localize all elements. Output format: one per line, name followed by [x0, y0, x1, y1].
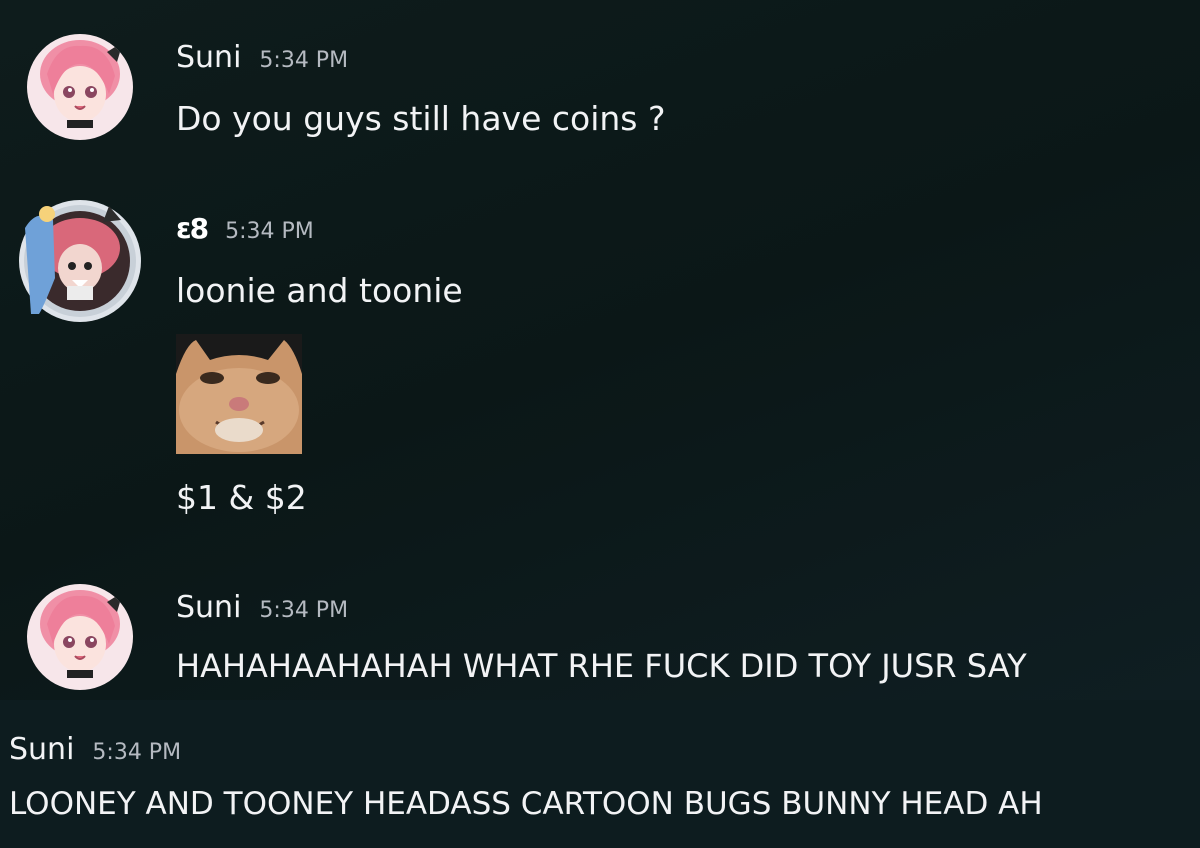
smiling-cat-emoji[interactable]	[176, 334, 302, 454]
anime-girl-pink-hair-avatar	[27, 584, 133, 690]
message-text: Do you guys still have coins ?	[176, 99, 666, 138]
message-header: Suni 5:34 PM	[9, 732, 181, 767]
timestamp: 5:34 PM	[225, 219, 314, 244]
username[interactable]: Suni	[176, 590, 241, 625]
user-avatar[interactable]	[27, 584, 133, 690]
user-avatar[interactable]	[17, 198, 143, 324]
anime-girl-pink-hair-avatar	[27, 34, 133, 140]
message-text: $1 & $2	[176, 478, 307, 517]
message-text: loonie and toonie	[176, 271, 463, 310]
anime-character-avatar-with-decoration	[19, 200, 141, 322]
message-text: HAHAHAAHAHAH WHAT RHE FUCK DID TOY JUSR …	[176, 647, 1027, 685]
message-group: Suni 5:34 PM LOONEY AND TOONEY HEADASS C…	[0, 700, 1200, 848]
chat-area: Suni 5:34 PM Do you guys still have coin…	[0, 0, 1200, 700]
message-text: LOONEY AND TOONEY HEADASS CARTOON BUGS B…	[9, 786, 1043, 822]
message-header: Suni 5:34 PM	[176, 40, 348, 75]
timestamp: 5:34 PM	[259, 598, 349, 623]
message-header: Suni 5:34 PM	[176, 590, 348, 625]
username[interactable]: Suni	[9, 732, 74, 767]
username[interactable]: Suni	[176, 40, 241, 75]
timestamp: 5:34 PM	[92, 740, 182, 765]
timestamp: 5:34 PM	[259, 48, 349, 73]
username[interactable]: ε8	[176, 212, 209, 245]
message-header: ε8 5:34 PM	[176, 212, 314, 245]
user-avatar[interactable]	[27, 34, 133, 140]
